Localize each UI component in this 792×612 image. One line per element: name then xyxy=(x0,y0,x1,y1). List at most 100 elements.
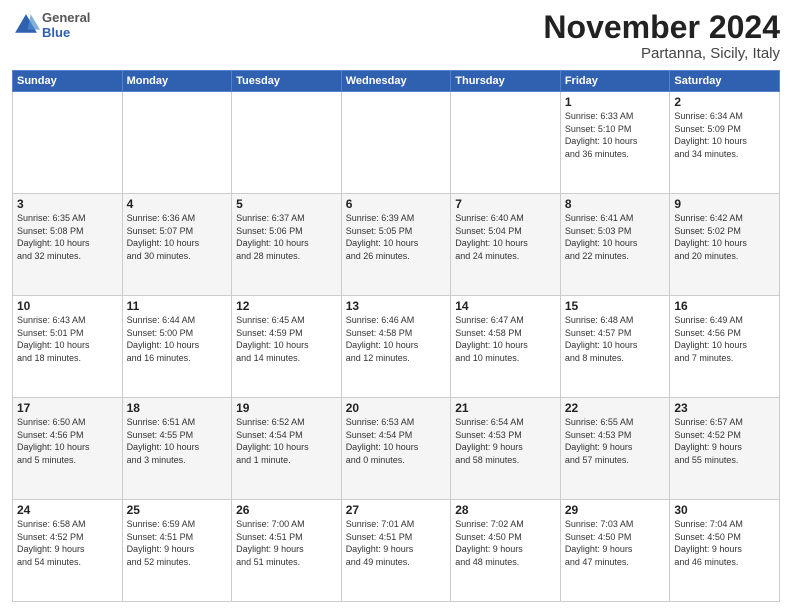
day-info: Sunrise: 7:02 AM Sunset: 4:50 PM Dayligh… xyxy=(455,518,556,568)
day-number: 5 xyxy=(236,197,337,211)
day-number: 15 xyxy=(565,299,666,313)
day-number: 7 xyxy=(455,197,556,211)
day-number: 4 xyxy=(127,197,228,211)
logo-general: General xyxy=(42,10,90,25)
table-row: 13Sunrise: 6:46 AM Sunset: 4:58 PM Dayli… xyxy=(341,296,451,398)
table-row xyxy=(122,92,232,194)
table-row: 29Sunrise: 7:03 AM Sunset: 4:50 PM Dayli… xyxy=(560,500,670,602)
table-row: 24Sunrise: 6:58 AM Sunset: 4:52 PM Dayli… xyxy=(13,500,123,602)
day-info: Sunrise: 6:49 AM Sunset: 4:56 PM Dayligh… xyxy=(674,314,775,364)
day-info: Sunrise: 6:40 AM Sunset: 5:04 PM Dayligh… xyxy=(455,212,556,262)
day-info: Sunrise: 6:57 AM Sunset: 4:52 PM Dayligh… xyxy=(674,416,775,466)
day-number: 26 xyxy=(236,503,337,517)
table-row: 26Sunrise: 7:00 AM Sunset: 4:51 PM Dayli… xyxy=(232,500,342,602)
day-number: 20 xyxy=(346,401,447,415)
day-info: Sunrise: 6:47 AM Sunset: 4:58 PM Dayligh… xyxy=(455,314,556,364)
calendar-week-row: 1Sunrise: 6:33 AM Sunset: 5:10 PM Daylig… xyxy=(13,92,780,194)
day-number: 27 xyxy=(346,503,447,517)
table-row: 8Sunrise: 6:41 AM Sunset: 5:03 PM Daylig… xyxy=(560,194,670,296)
day-info: Sunrise: 7:03 AM Sunset: 4:50 PM Dayligh… xyxy=(565,518,666,568)
calendar-week-row: 24Sunrise: 6:58 AM Sunset: 4:52 PM Dayli… xyxy=(13,500,780,602)
table-row: 25Sunrise: 6:59 AM Sunset: 4:51 PM Dayli… xyxy=(122,500,232,602)
day-number: 13 xyxy=(346,299,447,313)
day-number: 11 xyxy=(127,299,228,313)
calendar-table: Sunday Monday Tuesday Wednesday Thursday… xyxy=(12,70,780,602)
table-row: 19Sunrise: 6:52 AM Sunset: 4:54 PM Dayli… xyxy=(232,398,342,500)
table-row: 30Sunrise: 7:04 AM Sunset: 4:50 PM Dayli… xyxy=(670,500,780,602)
table-row: 18Sunrise: 6:51 AM Sunset: 4:55 PM Dayli… xyxy=(122,398,232,500)
day-info: Sunrise: 6:46 AM Sunset: 4:58 PM Dayligh… xyxy=(346,314,447,364)
table-row: 10Sunrise: 6:43 AM Sunset: 5:01 PM Dayli… xyxy=(13,296,123,398)
day-info: Sunrise: 6:42 AM Sunset: 5:02 PM Dayligh… xyxy=(674,212,775,262)
logo-icon xyxy=(12,11,40,39)
day-number: 22 xyxy=(565,401,666,415)
table-row: 28Sunrise: 7:02 AM Sunset: 4:50 PM Dayli… xyxy=(451,500,561,602)
calendar-week-row: 10Sunrise: 6:43 AM Sunset: 5:01 PM Dayli… xyxy=(13,296,780,398)
calendar-week-row: 3Sunrise: 6:35 AM Sunset: 5:08 PM Daylig… xyxy=(13,194,780,296)
table-row: 17Sunrise: 6:50 AM Sunset: 4:56 PM Dayli… xyxy=(13,398,123,500)
logo-text: General Blue xyxy=(42,10,90,40)
day-info: Sunrise: 6:35 AM Sunset: 5:08 PM Dayligh… xyxy=(17,212,118,262)
page: General Blue November 2024 Partanna, Sic… xyxy=(0,0,792,612)
day-info: Sunrise: 6:50 AM Sunset: 4:56 PM Dayligh… xyxy=(17,416,118,466)
table-row: 6Sunrise: 6:39 AM Sunset: 5:05 PM Daylig… xyxy=(341,194,451,296)
day-info: Sunrise: 6:52 AM Sunset: 4:54 PM Dayligh… xyxy=(236,416,337,466)
table-row: 27Sunrise: 7:01 AM Sunset: 4:51 PM Dayli… xyxy=(341,500,451,602)
day-number: 28 xyxy=(455,503,556,517)
col-sunday: Sunday xyxy=(13,71,123,92)
col-thursday: Thursday xyxy=(451,71,561,92)
table-row xyxy=(232,92,342,194)
day-info: Sunrise: 6:33 AM Sunset: 5:10 PM Dayligh… xyxy=(565,110,666,160)
col-monday: Monday xyxy=(122,71,232,92)
day-number: 19 xyxy=(236,401,337,415)
day-info: Sunrise: 6:34 AM Sunset: 5:09 PM Dayligh… xyxy=(674,110,775,160)
day-info: Sunrise: 6:51 AM Sunset: 4:55 PM Dayligh… xyxy=(127,416,228,466)
day-info: Sunrise: 6:43 AM Sunset: 5:01 PM Dayligh… xyxy=(17,314,118,364)
col-tuesday: Tuesday xyxy=(232,71,342,92)
day-number: 1 xyxy=(565,95,666,109)
day-number: 29 xyxy=(565,503,666,517)
day-number: 23 xyxy=(674,401,775,415)
day-info: Sunrise: 6:59 AM Sunset: 4:51 PM Dayligh… xyxy=(127,518,228,568)
table-row: 22Sunrise: 6:55 AM Sunset: 4:53 PM Dayli… xyxy=(560,398,670,500)
day-info: Sunrise: 6:54 AM Sunset: 4:53 PM Dayligh… xyxy=(455,416,556,466)
day-info: Sunrise: 6:44 AM Sunset: 5:00 PM Dayligh… xyxy=(127,314,228,364)
day-info: Sunrise: 7:04 AM Sunset: 4:50 PM Dayligh… xyxy=(674,518,775,568)
day-number: 10 xyxy=(17,299,118,313)
calendar-week-row: 17Sunrise: 6:50 AM Sunset: 4:56 PM Dayli… xyxy=(13,398,780,500)
day-info: Sunrise: 6:55 AM Sunset: 4:53 PM Dayligh… xyxy=(565,416,666,466)
day-number: 24 xyxy=(17,503,118,517)
day-number: 12 xyxy=(236,299,337,313)
col-wednesday: Wednesday xyxy=(341,71,451,92)
table-row: 21Sunrise: 6:54 AM Sunset: 4:53 PM Dayli… xyxy=(451,398,561,500)
title-block: November 2024 Partanna, Sicily, Italy xyxy=(543,10,780,62)
day-number: 8 xyxy=(565,197,666,211)
day-info: Sunrise: 6:45 AM Sunset: 4:59 PM Dayligh… xyxy=(236,314,337,364)
table-row: 7Sunrise: 6:40 AM Sunset: 5:04 PM Daylig… xyxy=(451,194,561,296)
day-number: 3 xyxy=(17,197,118,211)
table-row: 14Sunrise: 6:47 AM Sunset: 4:58 PM Dayli… xyxy=(451,296,561,398)
day-number: 18 xyxy=(127,401,228,415)
table-row xyxy=(341,92,451,194)
table-row: 5Sunrise: 6:37 AM Sunset: 5:06 PM Daylig… xyxy=(232,194,342,296)
day-number: 30 xyxy=(674,503,775,517)
day-number: 25 xyxy=(127,503,228,517)
table-row: 20Sunrise: 6:53 AM Sunset: 4:54 PM Dayli… xyxy=(341,398,451,500)
day-info: Sunrise: 6:36 AM Sunset: 5:07 PM Dayligh… xyxy=(127,212,228,262)
day-info: Sunrise: 7:00 AM Sunset: 4:51 PM Dayligh… xyxy=(236,518,337,568)
day-info: Sunrise: 6:39 AM Sunset: 5:05 PM Dayligh… xyxy=(346,212,447,262)
day-number: 17 xyxy=(17,401,118,415)
day-info: Sunrise: 7:01 AM Sunset: 4:51 PM Dayligh… xyxy=(346,518,447,568)
day-number: 6 xyxy=(346,197,447,211)
table-row: 23Sunrise: 6:57 AM Sunset: 4:52 PM Dayli… xyxy=(670,398,780,500)
table-row: 11Sunrise: 6:44 AM Sunset: 5:00 PM Dayli… xyxy=(122,296,232,398)
table-row: 15Sunrise: 6:48 AM Sunset: 4:57 PM Dayli… xyxy=(560,296,670,398)
day-number: 2 xyxy=(674,95,775,109)
table-row: 12Sunrise: 6:45 AM Sunset: 4:59 PM Dayli… xyxy=(232,296,342,398)
table-row: 2Sunrise: 6:34 AM Sunset: 5:09 PM Daylig… xyxy=(670,92,780,194)
calendar-header-row: Sunday Monday Tuesday Wednesday Thursday… xyxy=(13,71,780,92)
table-row xyxy=(13,92,123,194)
table-row: 9Sunrise: 6:42 AM Sunset: 5:02 PM Daylig… xyxy=(670,194,780,296)
col-friday: Friday xyxy=(560,71,670,92)
month-title: November 2024 xyxy=(543,10,780,45)
